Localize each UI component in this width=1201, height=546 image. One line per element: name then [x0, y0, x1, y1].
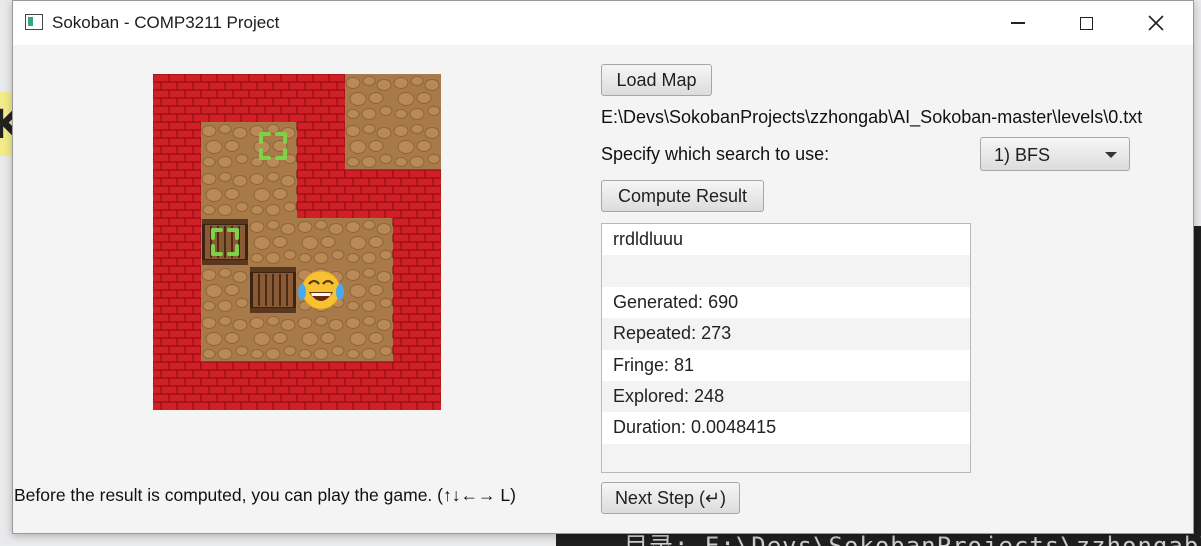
- search-selected-value: 1) BFS: [994, 145, 1051, 165]
- result-row-generated[interactable]: Generated: 690: [602, 287, 970, 318]
- floor-tile: [345, 218, 393, 266]
- floor-tile: [297, 314, 345, 362]
- compute-result-button[interactable]: Compute Result: [601, 180, 764, 212]
- wall-tile: [153, 74, 202, 122]
- floor-tile: [345, 74, 393, 122]
- target-tile: [249, 122, 297, 170]
- wall-tile: [296, 121, 346, 170]
- wall-tile: [296, 361, 346, 410]
- app-window: Sokoban - COMP3211 Project Load Map E:\D…: [12, 0, 1194, 534]
- minimize-icon: [1011, 22, 1025, 24]
- result-list[interactable]: rrdldluuu Generated: 690 Repeated: 273 F…: [601, 223, 971, 473]
- floor-tile: [345, 314, 393, 362]
- box-tile: [249, 266, 297, 314]
- wall-tile: [392, 265, 441, 314]
- next-step-button[interactable]: Next Step (↵): [601, 482, 740, 514]
- search-select[interactable]: 1) BFS: [980, 137, 1130, 171]
- floor-tile: [201, 314, 249, 362]
- minimize-button[interactable]: [995, 1, 1041, 45]
- title-bar[interactable]: Sokoban - COMP3211 Project: [13, 1, 1193, 45]
- floor-tile: [201, 266, 249, 314]
- wall-tile: [153, 217, 202, 266]
- game-board[interactable]: [153, 74, 441, 410]
- wall-tile: [296, 74, 346, 122]
- load-map-button[interactable]: Load Map: [601, 64, 712, 96]
- wall-tile: [392, 217, 441, 266]
- wall-tile: [153, 313, 202, 362]
- window-title: Sokoban - COMP3211 Project: [52, 13, 280, 32]
- floor-tile: [393, 122, 441, 170]
- floor-tile: [249, 314, 297, 362]
- wall-tile: [153, 169, 202, 218]
- close-button[interactable]: [1133, 1, 1179, 45]
- player-tile: [297, 266, 345, 314]
- floor-tile: [201, 170, 249, 218]
- floor-tile: [297, 218, 345, 266]
- maximize-icon: [1079, 16, 1093, 30]
- result-row-fringe[interactable]: Fringe: 81: [602, 350, 970, 381]
- result-row-empty-2[interactable]: [602, 443, 970, 472]
- result-row-duration[interactable]: Duration: 0.0048415: [602, 412, 970, 443]
- result-row-explored[interactable]: Explored: 248: [602, 380, 970, 413]
- wall-tile: [248, 74, 298, 122]
- wall-tile: [200, 361, 250, 410]
- result-row-empty[interactable]: [602, 255, 970, 287]
- floor-tile: [393, 74, 441, 122]
- search-label: Specify which search to use:: [601, 144, 830, 164]
- maximize-button[interactable]: [1063, 1, 1109, 45]
- wall-tile: [200, 74, 250, 122]
- floor-tile: [249, 170, 297, 218]
- map-path-label: E:\Devs\SokobanProjects\zzhongab\AI_Soko…: [601, 107, 1143, 127]
- wall-tile: [296, 169, 346, 218]
- floor-tile: [345, 266, 393, 314]
- app-icon: [25, 14, 43, 30]
- floor-tile: [345, 122, 393, 170]
- floor-tile: [201, 122, 249, 170]
- background-window-fragment: K: [0, 92, 23, 156]
- box-on-target-tile: [201, 218, 249, 266]
- wall-tile: [344, 361, 394, 410]
- close-icon: [1148, 15, 1164, 31]
- result-row-repeated[interactable]: Repeated: 273: [602, 318, 970, 350]
- wall-tile: [153, 265, 202, 314]
- wall-tile: [392, 169, 441, 218]
- controls-hint: Before the result is computed, you can p…: [14, 485, 516, 505]
- wall-tile: [344, 169, 394, 218]
- wall-tile: [153, 361, 202, 410]
- wall-tile: [153, 121, 202, 170]
- floor-tile: [249, 218, 297, 266]
- wall-tile: [392, 313, 441, 362]
- result-row-solution[interactable]: rrdldluuu: [602, 224, 970, 255]
- chevron-down-icon: [1105, 152, 1117, 158]
- wall-tile: [392, 361, 441, 410]
- wall-tile: [248, 361, 298, 410]
